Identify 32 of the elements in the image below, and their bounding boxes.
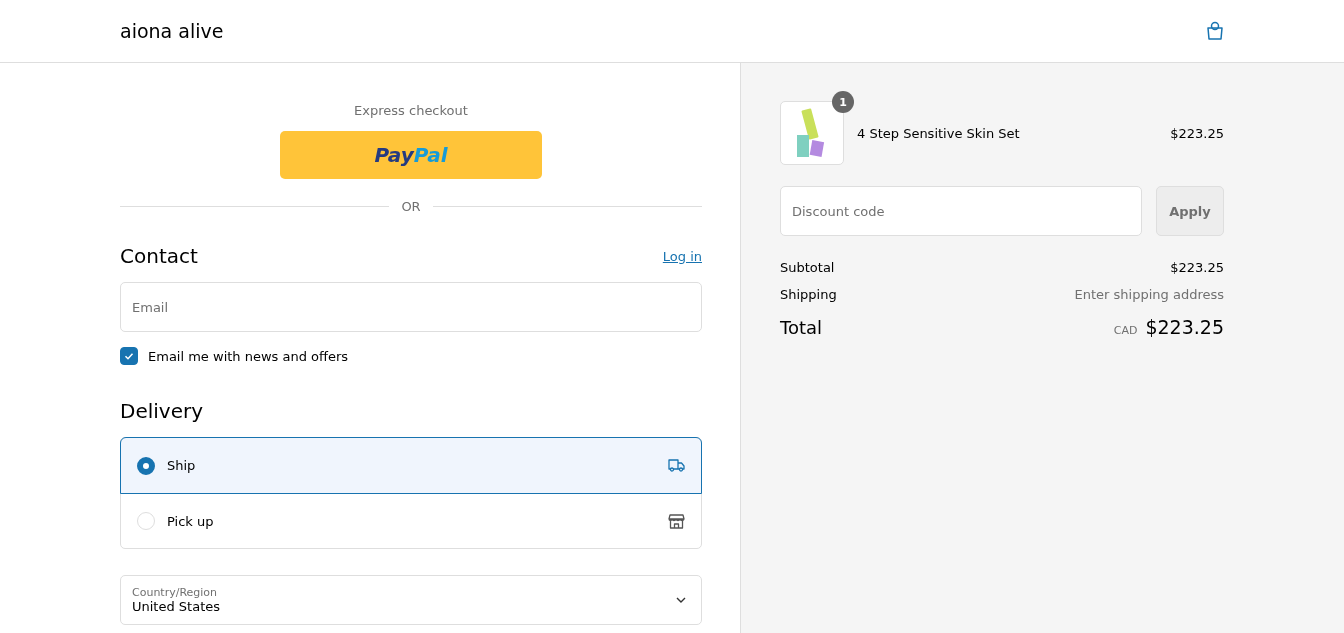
- log-in-link[interactable]: Log in: [662, 248, 702, 264]
- shipping-label: Shipping: [780, 287, 837, 302]
- chevron-down-icon: [676, 597, 686, 603]
- subtotal-label: Subtotal: [780, 260, 835, 275]
- quantity-badge: 1: [832, 91, 854, 113]
- store-icon: [668, 512, 685, 530]
- paypal-button[interactable]: PayPal: [280, 131, 542, 179]
- email-field[interactable]: Email: [120, 282, 702, 332]
- radio-button[interactable]: [137, 456, 155, 475]
- contact-heading: Contact: [120, 244, 198, 268]
- shipping-value: Enter shipping address: [1074, 287, 1224, 302]
- store-name[interactable]: aiona alive: [120, 20, 224, 42]
- product-price: $223.25: [1170, 125, 1224, 141]
- delivery-option-label: Pick up: [167, 513, 215, 529]
- subtotal-value: $223.25: [1170, 260, 1224, 275]
- total-label: Total: [780, 317, 823, 338]
- delivery-heading: Delivery: [120, 399, 205, 423]
- truck-icon: [668, 459, 685, 472]
- or-divider-label: OR: [401, 199, 421, 214]
- express-checkout-heading: Express checkout: [354, 103, 468, 118]
- country-select[interactable]: Country/Region United States: [120, 575, 702, 625]
- delivery-option-label: Ship: [167, 458, 197, 473]
- newsletter-label: Email me with news and offers: [148, 348, 349, 364]
- newsletter-checkbox[interactable]: [120, 347, 138, 365]
- discount-code-field[interactable]: Discount code: [780, 186, 1142, 236]
- total-amount: $223.25: [1145, 316, 1224, 338]
- currency-code: CAD: [1113, 324, 1138, 337]
- shopping-bag-icon[interactable]: [1206, 21, 1224, 41]
- apply-button[interactable]: Apply: [1156, 186, 1224, 236]
- product-name: 4 Step Sensitive Skin Set: [857, 125, 1021, 141]
- delivery-option[interactable]: Ship: [121, 438, 701, 493]
- delivery-option[interactable]: Pick up: [121, 493, 701, 548]
